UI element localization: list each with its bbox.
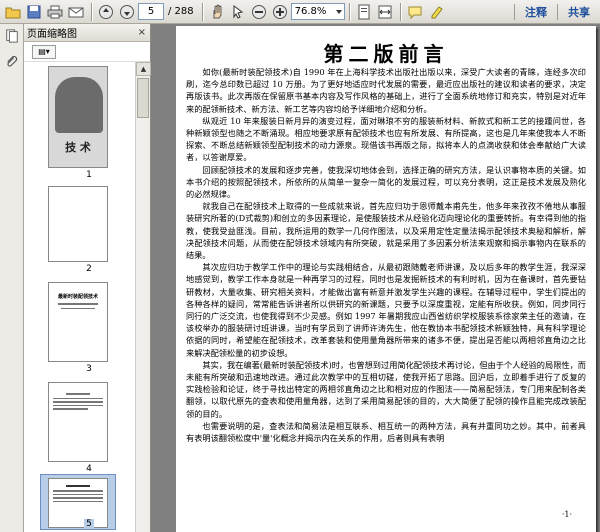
thumbnail-number: 5 [84,519,94,529]
paragraph: 就我自己在配领技术上取得的一些成就来说，首先应归功于恩师戴本甫先生，他多年来孜孜… [186,201,586,261]
thumbnail-text-line [53,497,103,499]
toolbar: 5 / 288 76.8% 注释 共享 [0,0,600,24]
panel-options-bar: ▤▾ [24,42,150,62]
thumbnail-text-line [57,303,99,305]
page-title: 第二版前言 [323,42,449,66]
cover-photo [55,77,103,133]
thumbnail-page-5[interactable] [48,478,108,528]
thumbnail-text-line [53,404,103,406]
thumbnail-text-line [53,490,103,492]
thumbnail-number: 2 [86,264,92,274]
select-tool-icon[interactable] [228,2,248,22]
comment-icon[interactable] [405,2,425,22]
attachment-icon[interactable] [3,53,21,71]
page-thumbnails-icon[interactable] [3,27,21,45]
zoom-select[interactable]: 76.8% [290,3,345,20]
thumbnail-panel: 页面缩略图 × ▤▾ 技 术 1 2 最新时装配领技术 3 4 5 ▲ [24,24,151,532]
paragraph: 其次应归功于教学工作中的理论与实践相结合，从最初跟随戴老师讲课，及以后多年的教学… [186,262,586,358]
thumbnail-text-line [66,485,90,487]
page-body: 如你(最新时装配领技术)自 1990 年在上海科学技术出版社出版以来，深受广大读… [186,66,586,444]
thumbnail-list[interactable]: 技 术 1 2 最新时装配领技术 3 4 5 [24,62,136,532]
panel-title: 页面缩略图 [27,29,77,40]
page-number: ·1· [561,510,572,519]
paragraph: 纵观近 10 年来服装日新月异的演变过程，面对琳琅不穷的服装新材料、新款式和新工… [186,115,586,163]
document-viewport[interactable]: 第二版前言 如你(最新时装配领技术)自 1990 年在上海科学技术出版社出版以来… [151,24,600,532]
share-button[interactable]: 共享 [558,4,600,20]
toolbar-separator [399,2,401,21]
toolbar-separator [91,2,92,21]
thumbnail-number: 3 [86,364,92,374]
navigation-rail [0,24,24,532]
thumbnail-page-1[interactable]: 技 术 [48,66,108,168]
zoom-out-icon[interactable] [249,2,269,22]
thumbnail-text-line [60,307,96,309]
previous-page-icon[interactable] [96,2,116,22]
thumbnail-page-4[interactable] [48,382,108,462]
thumbnail-number: 1 [86,170,92,180]
highlight-icon[interactable] [426,2,446,22]
thumbnail-scrollbar[interactable]: ▲ [135,62,151,532]
options-menu-button[interactable]: ▤▾ [32,44,56,59]
thumbnail-text-line [53,397,103,399]
fit-width-icon[interactable] [375,2,395,22]
toolbar-separator [348,2,350,21]
open-folder-icon[interactable] [3,2,23,22]
thumbnail-page-3[interactable]: 最新时装配领技术 [48,282,108,362]
thumbnail-text-line [53,500,103,502]
document-page: 第二版前言 如你(最新时装配领技术)自 1990 年在上海科学技术出版社出版以来… [176,26,596,532]
toolbar-right-group: 注释 共享 [514,0,600,24]
fit-page-icon[interactable] [354,2,374,22]
email-icon[interactable] [66,2,86,22]
next-page-icon[interactable] [117,2,137,22]
thumbnail-text-line [53,493,103,495]
scroll-up-arrow-icon[interactable]: ▲ [136,62,151,76]
thumbnail-text-line [53,401,103,403]
thumbnail-text-line [53,408,88,410]
toolbar-separator [201,2,203,21]
thumbnail-number: 4 [86,464,92,474]
zoom-in-icon[interactable] [270,2,290,22]
panel-header: 页面缩略图 × [24,24,150,42]
annotate-button[interactable]: 注释 [515,4,557,20]
paragraph: 其实，我在编著(最新时装配领技术)时，也曾想到过用简化配领技术再讨论，但由于个人… [186,359,586,419]
paragraph: 如你(最新时装配领技术)自 1990 年在上海科学技术出版社出版以来，深受广大读… [186,67,586,114]
scrollbar-thumb[interactable] [137,78,149,118]
save-icon[interactable] [24,2,44,22]
page-number-input[interactable]: 5 [138,3,164,20]
hand-tool-icon[interactable] [207,2,227,22]
thumbnail-text-line [66,393,90,395]
print-icon[interactable] [45,2,65,22]
paragraph: 回顾配领技术的发展和逐步完善，使我深切地体会到，选择正确的研究方法，是认识事物本… [186,164,586,200]
close-icon[interactable]: × [138,27,146,38]
cover-title: 技 术 [65,141,91,154]
thumbnail-page-2[interactable] [48,186,108,262]
paragraph: 也需要说明的是，查表法和简易法是相互联系、相互统一的两种方法，具有并重同功之妙。… [186,420,586,444]
thumbnail-heading: 最新时装配领技术 [57,294,98,300]
page-total-label: / 288 [168,6,194,17]
